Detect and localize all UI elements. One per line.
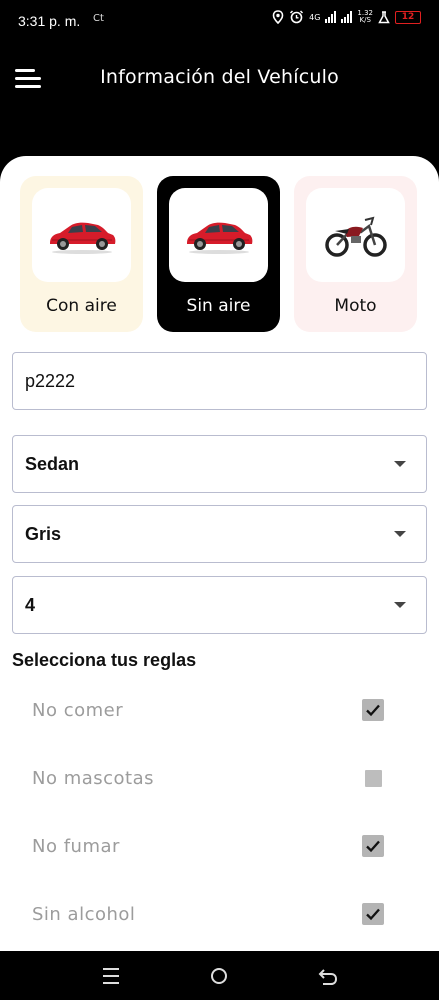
seats-value: 4 — [25, 595, 36, 615]
battery-icon: 12 — [395, 10, 421, 24]
checkmark-icon — [366, 704, 380, 717]
motorcycle-image-card — [306, 188, 405, 282]
vehicle-type-con-aire[interactable]: Con aire — [20, 176, 143, 332]
back-icon[interactable] — [316, 965, 340, 987]
speed-unit: K/S — [359, 16, 371, 24]
page-title: Información del Vehículo — [100, 66, 339, 88]
red-car-icon — [49, 222, 115, 254]
motorcycle-icon — [324, 216, 387, 257]
rule-no-comer: No comer — [32, 692, 392, 732]
checkmark-icon — [366, 840, 380, 853]
rule-no-fumar: No fumar — [32, 828, 392, 868]
vehicle-type-label: Con aire — [46, 296, 117, 316]
alarm-icon — [290, 10, 304, 24]
notification-icon: Ct — [93, 13, 104, 24]
network-type: 4G — [309, 12, 321, 22]
main-sheet: Con aire Sin aire Moto p2222 Sedan Gris … — [0, 156, 439, 951]
rule-label: No comer — [32, 700, 124, 721]
flask-icon — [378, 10, 390, 23]
status-bar: 3:31 p. m. Ct 4G 1.32 K/S 12 — [0, 0, 439, 44]
system-nav-bar — [0, 951, 439, 1000]
recents-icon[interactable] — [99, 965, 123, 987]
rules-heading: Selecciona tus reglas — [12, 650, 197, 670]
status-time: 3:31 p. m. — [18, 13, 81, 29]
dropdown-arrow-icon — [394, 461, 406, 467]
location-icon — [272, 10, 284, 24]
seats-dropdown[interactable]: 4 — [12, 576, 427, 634]
plate-input[interactable]: p2222 — [12, 352, 427, 410]
body-type-value: Sedan — [25, 454, 80, 474]
status-icons: 4G 1.32 K/S 12 — [272, 10, 421, 24]
vehicle-type-selector: Con aire Sin aire Moto — [20, 176, 419, 332]
rule-label: No fumar — [32, 836, 120, 857]
color-value: Gris — [25, 524, 62, 544]
dropdown-arrow-icon — [394, 602, 406, 608]
checked-checkbox[interactable] — [362, 903, 384, 925]
vehicle-type-moto[interactable]: Moto — [294, 176, 417, 332]
rule-label: Sin alcohol — [32, 904, 136, 925]
app-bar: Información del Vehículo — [0, 44, 439, 114]
checked-checkbox[interactable] — [362, 699, 384, 721]
color-dropdown[interactable]: Gris — [12, 505, 427, 563]
checkmark-icon — [366, 908, 380, 921]
red-car-icon — [186, 222, 252, 254]
vehicle-type-label: Moto — [334, 296, 377, 316]
vehicle-type-sin-aire[interactable]: Sin aire — [157, 176, 280, 332]
signal-icon-2 — [341, 11, 353, 23]
unchecked-checkbox[interactable] — [365, 770, 382, 787]
rule-no-mascotas: No mascotas — [32, 760, 392, 800]
rule-sin-alcohol: Sin alcohol — [32, 896, 392, 936]
dropdown-arrow-icon — [394, 531, 406, 537]
checked-checkbox[interactable] — [362, 835, 384, 857]
plate-value: p2222 — [25, 371, 76, 391]
signal-icon — [325, 11, 337, 23]
body-type-dropdown[interactable]: Sedan — [12, 435, 427, 493]
car-image-card — [32, 188, 131, 282]
rule-label: No mascotas — [32, 768, 155, 789]
car-image-card — [169, 188, 268, 282]
network-speed: 1.32 K/S — [357, 10, 373, 24]
home-icon[interactable] — [207, 965, 231, 987]
vehicle-type-label: Sin aire — [186, 296, 251, 316]
